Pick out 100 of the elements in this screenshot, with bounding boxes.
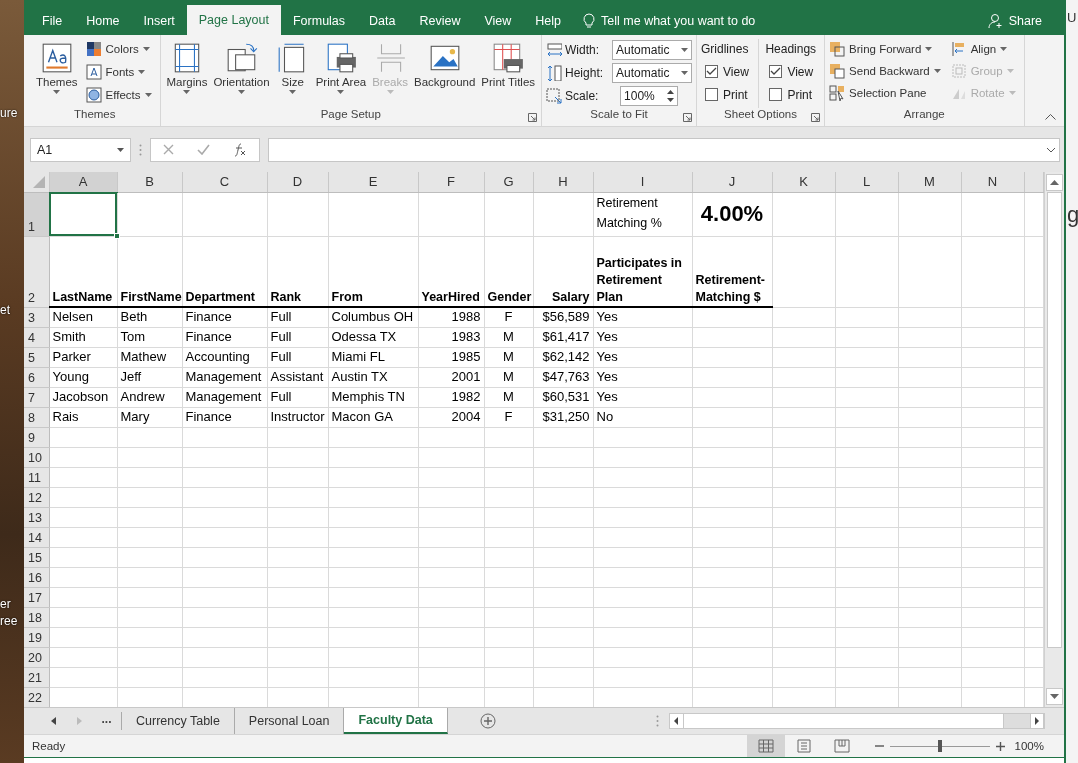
row-header[interactable]: 17 [24,587,49,608]
row-header[interactable]: 10 [24,447,49,468]
function-icon[interactable] [233,142,248,157]
row-header[interactable]: 16 [24,567,49,588]
scroll-down-button[interactable] [1045,688,1063,706]
row-header[interactable]: 19 [24,627,49,648]
checkbox[interactable]: Print [701,83,753,106]
column-header[interactable]: B [117,172,182,193]
dialog-launcher-icon[interactable] [683,113,693,123]
row-header[interactable]: 18 [24,607,49,628]
zoom-in-icon[interactable] [995,741,1005,751]
share-button[interactable]: Share [987,6,1042,35]
fill-handle[interactable] [113,232,120,239]
ribbon-button[interactable]: Margins [164,38,210,96]
row-header[interactable]: 13 [24,507,49,528]
ribbon-tab[interactable]: Formulas [280,6,358,35]
row-header[interactable]: 8 [24,407,49,428]
ribbon-button[interactable]: Bring Forward [829,38,945,60]
ribbon-button[interactable]: Effects [85,84,156,106]
column-header[interactable]: E [328,172,418,193]
dropdown-field[interactable]: Automatic [612,62,693,83]
ribbon-button[interactable]: Colors [85,38,156,60]
zoom-slider-thumb[interactable] [937,740,942,752]
ribbon-button[interactable]: Fonts [85,61,156,83]
collapse-ribbon-icon[interactable] [1045,114,1056,121]
column-header[interactable]: F [418,172,484,193]
checkbox[interactable]: View [701,60,753,83]
ribbon-tab[interactable]: File [30,6,75,35]
row-header[interactable]: 20 [24,647,49,668]
scroll-up-button[interactable] [1045,174,1063,192]
row-header[interactable]: 6 [24,367,49,388]
page-icon [795,739,812,753]
field-label: Width: [565,42,601,57]
sheet-tab[interactable]: Currency Table [122,707,235,734]
row-header[interactable]: 21 [24,667,49,688]
column-header[interactable]: J [692,172,772,193]
cell-text: Finance [185,409,232,425]
column-header[interactable]: I [593,172,692,193]
ribbon-button[interactable]: Align [950,38,1020,60]
checkbox[interactable]: View [765,60,821,83]
column-header[interactable]: A [49,172,117,193]
column-header[interactable]: D [267,172,328,193]
ribbon-button[interactable]: Background [411,38,478,92]
ribbon-tab[interactable]: Help [523,6,574,35]
dialog-launcher-icon[interactable] [811,113,821,123]
ribbon-button[interactable]: Send Backward [829,60,945,82]
previous-sheet-icon[interactable] [50,717,56,726]
ribbon-tab[interactable]: Review [407,6,473,35]
more-sheets-button[interactable]: ... [92,712,122,731]
checkbox[interactable]: Print [765,83,821,106]
row-header[interactable]: 22 [24,687,49,708]
ribbon-button[interactable]: Size [273,38,312,96]
formula-input[interactable] [268,137,1060,162]
ribbon-button[interactable]: Orientation [211,38,272,96]
horizontal-scrollbar[interactable] [668,713,1045,730]
ribbon-tab[interactable]: Insert [131,6,187,35]
ribbon-tab[interactable]: Home [74,6,132,35]
row-header[interactable]: 1 [24,192,49,237]
splitter-dots-icon[interactable] [655,715,659,728]
row-header[interactable]: 14 [24,527,49,548]
row-header[interactable]: 2 [24,236,49,308]
dialog-launcher-icon[interactable] [528,113,538,123]
ribbon-button[interactable]: Print Titles [479,38,538,92]
add-sheet-icon[interactable] [479,713,496,730]
sheet-tab[interactable]: Faculty Data [344,707,448,734]
dropdown-field[interactable]: Automatic [612,39,693,60]
row-header[interactable]: 4 [24,327,49,348]
zoom-level[interactable]: 100% [1014,740,1044,752]
spin-field[interactable]: 100% [620,85,679,106]
group-heading: Gridlines [701,40,750,58]
row-header[interactable]: 9 [24,427,49,448]
scrollbar-thumb[interactable] [683,714,1004,729]
row-header[interactable]: 11 [24,467,49,488]
check-icon[interactable] [197,144,210,156]
column-header[interactable]: L [835,172,898,193]
column-header[interactable]: N [961,172,1024,193]
column-header[interactable]: H [533,172,593,193]
ribbon-tab[interactable]: Page Layout [186,4,281,35]
normal-view-button[interactable] [746,735,785,757]
cell-text: Yes [596,309,618,325]
row-header[interactable]: 5 [24,347,49,368]
name-box[interactable]: A1 [30,137,131,162]
column-header[interactable]: M [898,172,961,193]
ribbon-tab[interactable]: View [472,6,524,35]
group-title: Scale to Fit [590,108,648,123]
ribbon-button[interactable]: Selection Pane [829,82,945,104]
row-header[interactable]: 12 [24,487,49,508]
row-header[interactable]: 7 [24,387,49,408]
scroll-right-button[interactable] [1029,714,1044,729]
ribbon-button[interactable]: Print Area [313,38,369,96]
tell-me-search[interactable]: Tell me what you want to do [583,6,756,35]
column-header[interactable]: G [484,172,533,193]
column-header[interactable]: C [182,172,267,193]
ribbon-button[interactable]: Themes [34,38,80,96]
scroll-left-button[interactable] [669,714,684,729]
row-header[interactable]: 15 [24,547,49,568]
ribbon-tab[interactable]: Data [357,6,408,35]
column-header[interactable]: K [772,172,835,193]
scrollbar-thumb[interactable] [1046,192,1062,649]
row-header[interactable]: 3 [24,307,49,328]
